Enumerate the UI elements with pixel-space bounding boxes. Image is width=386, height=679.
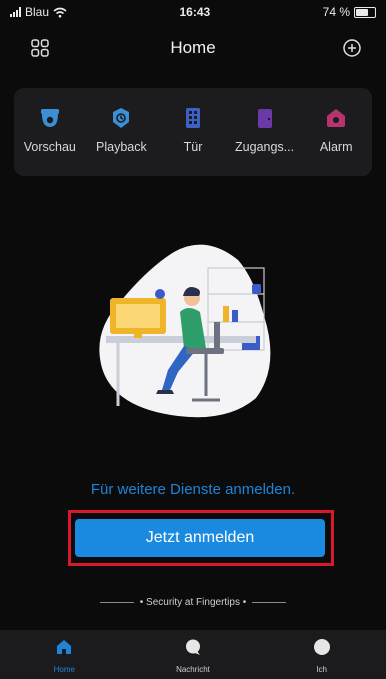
signal-icon xyxy=(10,7,21,17)
nav-bar: Home xyxy=(0,24,386,72)
camera-icon xyxy=(38,106,62,130)
add-device-icon[interactable] xyxy=(342,38,362,58)
wifi-icon xyxy=(53,7,67,17)
divider-line xyxy=(99,602,134,603)
quick-action-tuer[interactable]: Tür xyxy=(158,106,228,154)
tab-label: Home xyxy=(53,665,75,674)
quick-action-label: Tür xyxy=(183,140,203,154)
tab-home[interactable]: Home xyxy=(24,630,104,679)
tab-label: Ich xyxy=(316,665,327,674)
alarm-icon xyxy=(324,106,348,130)
quick-action-label: Zugangs... xyxy=(235,140,295,154)
divider-line xyxy=(252,602,287,603)
login-button[interactable]: Jetzt anmelden xyxy=(75,519,325,557)
page-title: Home xyxy=(170,38,216,57)
quick-action-vorschau[interactable]: Vorschau xyxy=(15,106,85,154)
tab-ich[interactable]: Ich xyxy=(282,630,362,679)
status-time: 16:43 xyxy=(179,5,211,19)
tab-bar: Home Nachricht Ich xyxy=(0,630,386,679)
battery-percent: 74 % xyxy=(322,5,350,19)
workspace-illustration xyxy=(99,244,271,418)
login-highlight-frame: Jetzt anmelden xyxy=(68,510,334,566)
login-prompt: Für weitere Dienste anmelden. xyxy=(90,481,296,498)
carrier-label: Blau xyxy=(25,5,50,19)
quick-action-playback[interactable]: Playback xyxy=(86,106,156,154)
tab-nachricht[interactable]: Nachricht xyxy=(153,630,233,679)
quick-action-zugang[interactable]: Zugangs... xyxy=(230,106,300,154)
battery-indicator: 74 % xyxy=(323,5,376,19)
user-icon xyxy=(313,639,330,655)
battery-icon xyxy=(354,6,376,18)
status-bar: Blau 16:43 74 % xyxy=(0,0,386,24)
tagline-text: • Security at Fingertips • xyxy=(139,597,247,608)
tagline: • Security at Fingertips • xyxy=(0,597,386,608)
tab-label: Nachricht xyxy=(176,665,210,674)
quick-action-label: Alarm xyxy=(319,140,353,154)
quick-action-alarm[interactable]: Alarm xyxy=(301,106,371,154)
quick-actions-panel: Vorschau Playback Tür Zugangs... Alarm xyxy=(14,88,372,176)
access-icon xyxy=(253,106,277,130)
door-icon xyxy=(181,106,205,130)
grid-menu-icon[interactable] xyxy=(30,38,50,58)
quick-action-label: Vorschau xyxy=(23,140,76,154)
status-left: Blau xyxy=(10,5,67,19)
message-icon xyxy=(185,639,200,655)
quick-action-label: Playback xyxy=(96,140,147,154)
home-icon xyxy=(57,640,72,654)
playback-icon xyxy=(109,106,133,130)
